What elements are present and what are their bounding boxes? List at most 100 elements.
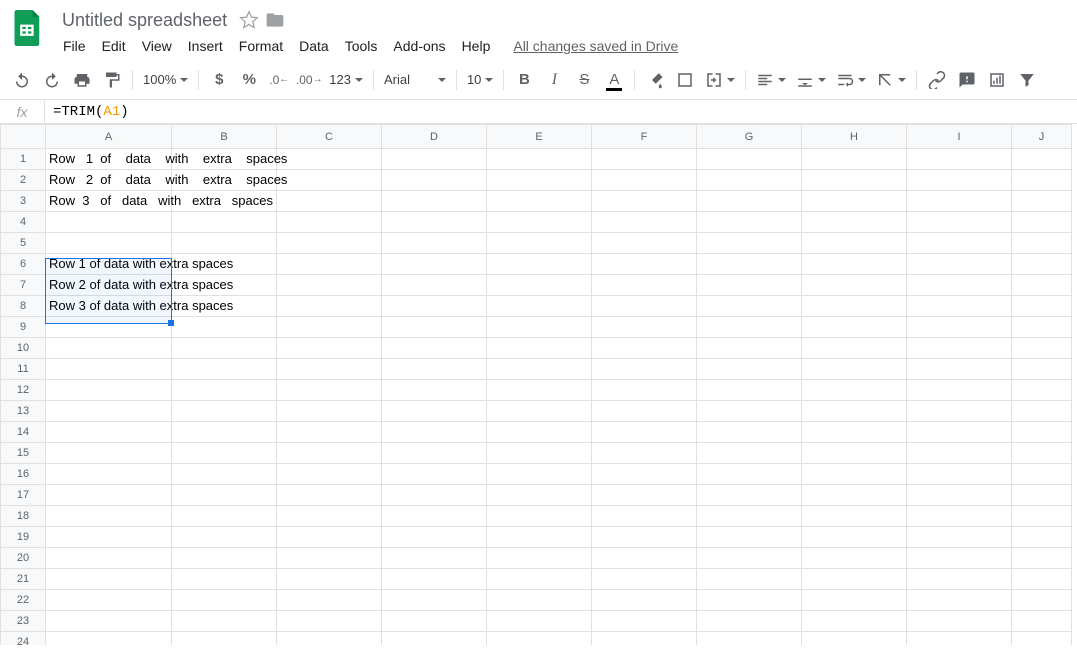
cell-J4[interactable] [1012,212,1072,233]
paint-format-button[interactable] [98,66,126,94]
cell-E10[interactable] [487,338,592,359]
cell-B5[interactable] [172,233,277,254]
cell-I17[interactable] [907,485,1012,506]
sheets-logo[interactable] [8,8,48,48]
cell-C18[interactable] [277,506,382,527]
chart-button[interactable] [983,66,1011,94]
cell-G16[interactable] [697,464,802,485]
cell-F11[interactable] [592,359,697,380]
cell-H7[interactable] [802,275,907,296]
cell-D7[interactable] [382,275,487,296]
valign-dropdown[interactable] [792,66,830,94]
bold-button[interactable]: B [510,66,538,94]
cell-I23[interactable] [907,611,1012,632]
cell-G10[interactable] [697,338,802,359]
cell-H5[interactable] [802,233,907,254]
save-status[interactable]: All changes saved in Drive [513,38,678,54]
cell-F16[interactable] [592,464,697,485]
cell-B14[interactable] [172,422,277,443]
cell-E20[interactable] [487,548,592,569]
cell-H10[interactable] [802,338,907,359]
cell-C19[interactable] [277,527,382,548]
cell-F4[interactable] [592,212,697,233]
cell-G2[interactable] [697,170,802,191]
row-header-17[interactable]: 17 [1,485,46,506]
row-header-14[interactable]: 14 [1,422,46,443]
cell-H13[interactable] [802,401,907,422]
cell-I18[interactable] [907,506,1012,527]
cell-H4[interactable] [802,212,907,233]
cell-F23[interactable] [592,611,697,632]
cell-A10[interactable] [46,338,172,359]
cell-G12[interactable] [697,380,802,401]
cell-C7[interactable] [277,275,382,296]
cell-C16[interactable] [277,464,382,485]
cell-G1[interactable] [697,149,802,170]
redo-button[interactable] [38,66,66,94]
cell-A6[interactable]: Row 1 of data with extra spaces [46,254,172,275]
row-header-3[interactable]: 3 [1,191,46,212]
wrap-dropdown[interactable] [832,66,870,94]
cell-B6[interactable] [172,254,277,275]
cell-I8[interactable] [907,296,1012,317]
cell-C13[interactable] [277,401,382,422]
cell-H15[interactable] [802,443,907,464]
cell-E13[interactable] [487,401,592,422]
cell-C12[interactable] [277,380,382,401]
cell-J12[interactable] [1012,380,1072,401]
cell-F17[interactable] [592,485,697,506]
cell-D15[interactable] [382,443,487,464]
cell-B7[interactable] [172,275,277,296]
cell-D4[interactable] [382,212,487,233]
cell-D8[interactable] [382,296,487,317]
cell-A9[interactable] [46,317,172,338]
cell-B12[interactable] [172,380,277,401]
cell-G9[interactable] [697,317,802,338]
cell-F22[interactable] [592,590,697,611]
cell-A14[interactable] [46,422,172,443]
menu-insert[interactable]: Insert [181,34,230,58]
cell-G24[interactable] [697,632,802,646]
cell-I24[interactable] [907,632,1012,646]
cell-A21[interactable] [46,569,172,590]
cell-I5[interactable] [907,233,1012,254]
cell-E14[interactable] [487,422,592,443]
cell-D3[interactable] [382,191,487,212]
menu-addons[interactable]: Add-ons [386,34,452,58]
cell-J2[interactable] [1012,170,1072,191]
cell-J11[interactable] [1012,359,1072,380]
cell-G19[interactable] [697,527,802,548]
cell-J23[interactable] [1012,611,1072,632]
cell-D1[interactable] [382,149,487,170]
cell-E3[interactable] [487,191,592,212]
cell-E23[interactable] [487,611,592,632]
cell-D11[interactable] [382,359,487,380]
cell-J6[interactable] [1012,254,1072,275]
row-header-7[interactable]: 7 [1,275,46,296]
row-header-22[interactable]: 22 [1,590,46,611]
doc-title[interactable]: Untitled spreadsheet [56,8,233,33]
cell-F10[interactable] [592,338,697,359]
cell-D10[interactable] [382,338,487,359]
cell-J17[interactable] [1012,485,1072,506]
cell-A7[interactable]: Row 2 of data with extra spaces [46,275,172,296]
cell-I1[interactable] [907,149,1012,170]
cell-F19[interactable] [592,527,697,548]
menu-tools[interactable]: Tools [338,34,385,58]
cell-A3[interactable]: Row 3 of data with extra spaces [46,191,172,212]
cell-I16[interactable] [907,464,1012,485]
row-header-23[interactable]: 23 [1,611,46,632]
cell-C23[interactable] [277,611,382,632]
cell-J5[interactable] [1012,233,1072,254]
cell-D17[interactable] [382,485,487,506]
cell-B16[interactable] [172,464,277,485]
row-header-6[interactable]: 6 [1,254,46,275]
cell-A5[interactable] [46,233,172,254]
cell-E24[interactable] [487,632,592,646]
cell-G20[interactable] [697,548,802,569]
row-header-21[interactable]: 21 [1,569,46,590]
cell-J3[interactable] [1012,191,1072,212]
cell-A4[interactable] [46,212,172,233]
cell-G21[interactable] [697,569,802,590]
cell-C4[interactable] [277,212,382,233]
